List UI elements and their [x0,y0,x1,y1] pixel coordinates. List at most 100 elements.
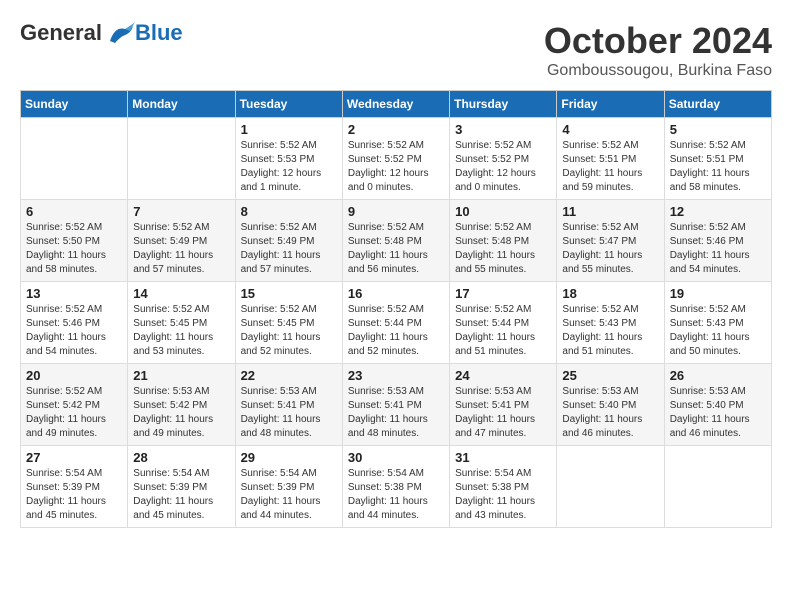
day-number: 24 [455,368,551,383]
day-info: Sunrise: 5:52 AM Sunset: 5:44 PM Dayligh… [455,303,551,359]
day-number: 22 [241,368,337,383]
calendar-week-5: 27 Sunrise: 5:54 AM Sunset: 5:39 PM Dayli… [21,446,772,528]
day-number: 23 [348,368,444,383]
calendar-cell: 12Sunrise: 5:52 AM Sunset: 5:46 PM Dayli… [664,200,771,282]
day-info: Sunrise: 5:52 AM Sunset: 5:49 PM Dayligh… [133,221,229,277]
day-info: Sunrise: 5:54 AM Sunset: 5:39 PM Dayligh… [241,467,337,523]
day-number: 30 [348,450,444,465]
calendar-cell: 1 Sunrise: 5:52 AM Sunset: 5:53 PM Daylig… [235,118,342,200]
day-info: Sunrise: 5:52 AM Sunset: 5:48 PM Dayligh… [455,221,551,277]
day-number: 28 [133,450,229,465]
calendar-cell [21,118,128,200]
calendar-cell [664,446,771,528]
calendar-cell: 26 Sunrise: 5:53 AM Sunset: 5:40 PM Dayli… [664,364,771,446]
calendar-cell: 15Sunrise: 5:52 AM Sunset: 5:45 PM Dayli… [235,282,342,364]
day-info: Sunrise: 5:52 AM Sunset: 5:51 PM Dayligh… [670,139,766,195]
day-info: Sunrise: 5:52 AM Sunset: 5:43 PM Dayligh… [670,303,766,359]
calendar-cell: 10 Sunrise: 5:52 AM Sunset: 5:48 PM Dayli… [450,200,557,282]
day-number: 12 [670,204,766,219]
day-number: 6 [26,204,122,219]
day-number: 26 [670,368,766,383]
day-info: Sunrise: 5:54 AM Sunset: 5:38 PM Dayligh… [455,467,551,523]
day-number: 1 [241,122,337,137]
day-info: Sunrise: 5:52 AM Sunset: 5:51 PM Dayligh… [562,139,658,195]
day-info: Sunrise: 5:52 AM Sunset: 5:49 PM Dayligh… [241,221,337,277]
day-number: 13 [26,286,122,301]
calendar-cell: 30 Sunrise: 5:54 AM Sunset: 5:38 PM Dayli… [342,446,449,528]
calendar-header-wednesday: Wednesday [342,91,449,118]
calendar-cell: 8 Sunrise: 5:52 AM Sunset: 5:49 PM Daylig… [235,200,342,282]
day-info: Sunrise: 5:53 AM Sunset: 5:40 PM Dayligh… [670,385,766,441]
logo-blue-text: Blue [135,20,183,46]
day-info: Sunrise: 5:53 AM Sunset: 5:40 PM Dayligh… [562,385,658,441]
day-number: 14 [133,286,229,301]
day-info: Sunrise: 5:53 AM Sunset: 5:41 PM Dayligh… [348,385,444,441]
calendar-cell: 18Sunrise: 5:52 AM Sunset: 5:43 PM Dayli… [557,282,664,364]
calendar-cell: 19 Sunrise: 5:52 AM Sunset: 5:43 PM Dayli… [664,282,771,364]
day-info: Sunrise: 5:53 AM Sunset: 5:42 PM Dayligh… [133,385,229,441]
day-info: Sunrise: 5:53 AM Sunset: 5:41 PM Dayligh… [455,385,551,441]
logo-bird-icon [105,21,135,46]
day-number: 9 [348,204,444,219]
calendar-week-4: 20 Sunrise: 5:52 AM Sunset: 5:42 PM Dayli… [21,364,772,446]
day-info: Sunrise: 5:52 AM Sunset: 5:45 PM Dayligh… [241,303,337,359]
calendar-cell: 16Sunrise: 5:52 AM Sunset: 5:44 PM Dayli… [342,282,449,364]
day-info: Sunrise: 5:54 AM Sunset: 5:38 PM Dayligh… [348,467,444,523]
day-number: 27 [26,450,122,465]
calendar-cell: 24 Sunrise: 5:53 AM Sunset: 5:41 PM Dayli… [450,364,557,446]
calendar-cell: 11Sunrise: 5:52 AM Sunset: 5:47 PM Dayli… [557,200,664,282]
day-info: Sunrise: 5:52 AM Sunset: 5:44 PM Dayligh… [348,303,444,359]
calendar-cell: 9Sunrise: 5:52 AM Sunset: 5:48 PM Daylig… [342,200,449,282]
day-number: 8 [241,204,337,219]
calendar-header-saturday: Saturday [664,91,771,118]
day-number: 4 [562,122,658,137]
day-number: 17 [455,286,551,301]
day-number: 19 [670,286,766,301]
day-info: Sunrise: 5:52 AM Sunset: 5:53 PM Dayligh… [241,139,337,195]
day-number: 11 [562,204,658,219]
day-info: Sunrise: 5:53 AM Sunset: 5:41 PM Dayligh… [241,385,337,441]
calendar-cell: 25Sunrise: 5:53 AM Sunset: 5:40 PM Dayli… [557,364,664,446]
calendar-cell: 29 Sunrise: 5:54 AM Sunset: 5:39 PM Dayli… [235,446,342,528]
day-number: 5 [670,122,766,137]
title-area: October 2024 Gomboussougou, Burkina Faso [544,20,772,80]
day-number: 29 [241,450,337,465]
day-info: Sunrise: 5:52 AM Sunset: 5:52 PM Dayligh… [455,139,551,195]
day-number: 10 [455,204,551,219]
day-info: Sunrise: 5:52 AM Sunset: 5:46 PM Dayligh… [26,303,122,359]
day-info: Sunrise: 5:54 AM Sunset: 5:39 PM Dayligh… [26,467,122,523]
calendar-cell: 14 Sunrise: 5:52 AM Sunset: 5:45 PM Dayli… [128,282,235,364]
logo-general-text: General [20,20,102,46]
calendar-cell: 28 Sunrise: 5:54 AM Sunset: 5:39 PM Dayli… [128,446,235,528]
calendar-cell: 7 Sunrise: 5:52 AM Sunset: 5:49 PM Daylig… [128,200,235,282]
calendar-header-tuesday: Tuesday [235,91,342,118]
calendar-cell: 5 Sunrise: 5:52 AM Sunset: 5:51 PM Daylig… [664,118,771,200]
day-info: Sunrise: 5:52 AM Sunset: 5:45 PM Dayligh… [133,303,229,359]
calendar-cell [557,446,664,528]
day-number: 7 [133,204,229,219]
calendar-header-friday: Friday [557,91,664,118]
day-number: 18 [562,286,658,301]
day-number: 31 [455,450,551,465]
page-header: General Blue October 2024 Gomboussougou,… [20,20,772,80]
calendar-header-row: SundayMondayTuesdayWednesdayThursdayFrid… [21,91,772,118]
day-number: 20 [26,368,122,383]
calendar-cell: 27 Sunrise: 5:54 AM Sunset: 5:39 PM Dayli… [21,446,128,528]
calendar-table: SundayMondayTuesdayWednesdayThursdayFrid… [20,90,772,528]
location-title: Gomboussougou, Burkina Faso [544,62,772,80]
calendar-cell: 2 Sunrise: 5:52 AM Sunset: 5:52 PM Daylig… [342,118,449,200]
calendar-cell: 20 Sunrise: 5:52 AM Sunset: 5:42 PM Dayli… [21,364,128,446]
calendar-cell: 21 Sunrise: 5:53 AM Sunset: 5:42 PM Dayli… [128,364,235,446]
day-number: 21 [133,368,229,383]
calendar-cell: 4 Sunrise: 5:52 AM Sunset: 5:51 PM Daylig… [557,118,664,200]
day-number: 2 [348,122,444,137]
calendar-cell: 22 Sunrise: 5:53 AM Sunset: 5:41 PM Dayli… [235,364,342,446]
day-info: Sunrise: 5:54 AM Sunset: 5:39 PM Dayligh… [133,467,229,523]
month-title: October 2024 [544,20,772,62]
calendar-cell: 6Sunrise: 5:52 AM Sunset: 5:50 PM Daylig… [21,200,128,282]
day-number: 3 [455,122,551,137]
calendar-cell: 23 Sunrise: 5:53 AM Sunset: 5:41 PM Dayli… [342,364,449,446]
day-info: Sunrise: 5:52 AM Sunset: 5:42 PM Dayligh… [26,385,122,441]
calendar-header-sunday: Sunday [21,91,128,118]
day-info: Sunrise: 5:52 AM Sunset: 5:52 PM Dayligh… [348,139,444,195]
